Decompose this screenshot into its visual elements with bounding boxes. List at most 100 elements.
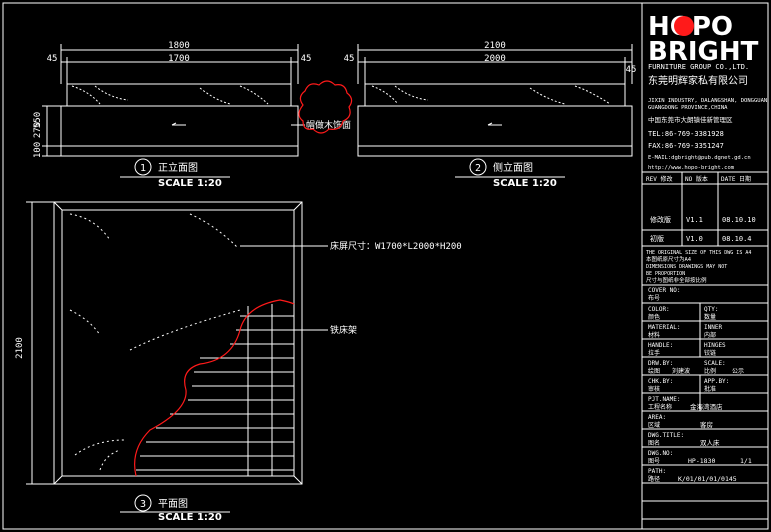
side-dim-total: 2100 xyxy=(484,41,506,51)
rev-row-1-no: V1.1 xyxy=(686,216,703,224)
company-name-en: FURNITURE GROUP CO.,LTD. xyxy=(648,63,749,71)
field-drwby-value: 刘建波 xyxy=(672,367,690,375)
rev-row-1-rev: 修改版 xyxy=(650,215,671,224)
field-cover-label: COVER NO: xyxy=(648,287,681,294)
field-chkby-label-cn: 审核 xyxy=(648,385,660,393)
rev-row-2-date: 08.10.4 xyxy=(722,235,752,243)
company-address-en-2: GUANGDONG PROVINCE,CHINA xyxy=(648,105,728,111)
field-hinges-label: HINGES xyxy=(704,342,726,349)
field-project-label-cn: 工程名称 xyxy=(648,403,672,411)
field-qty-label-cn: 数量 xyxy=(704,313,716,321)
side-view-scale: SCALE 1:20 xyxy=(493,178,557,189)
rev-header-rev: REV 修改 xyxy=(646,175,672,183)
field-handle-label-cn: 拉手 xyxy=(648,349,660,357)
side-carving xyxy=(371,85,611,105)
front-dim-h-base: 100 xyxy=(33,142,43,158)
front-view-scale: SCALE 1:20 xyxy=(158,178,222,189)
plan-view-title: 平面图 xyxy=(158,498,188,510)
field-hinges-label-cn: 铰链 xyxy=(704,349,716,357)
field-handle-label: HANDLE: xyxy=(648,342,673,349)
field-appby-label-cn: 批准 xyxy=(704,385,716,393)
field-area-label-cn: 区域 xyxy=(648,421,660,429)
field-inner-label-cn: 内部 xyxy=(704,331,716,339)
plan-carving xyxy=(69,213,241,471)
rev-header-no: NO 版本 xyxy=(685,175,708,183)
plan-view-number: 3 xyxy=(140,499,146,510)
field-dwgno-sheet: 1/1 xyxy=(740,457,752,465)
company-logo: HOPO BRIGHT xyxy=(648,12,759,67)
side-view-label: 2 侧立面图 SCALE 1:20 xyxy=(455,158,565,189)
front-elevation: 1800 1700 45 45 550 270 100 帽做木饰面 xyxy=(33,41,351,158)
field-area-value: 客房 xyxy=(700,420,713,429)
note-3: DIMENSIONS DRAWINGS MAY NOT xyxy=(646,264,727,270)
field-title-value: 双人床 xyxy=(700,438,720,447)
field-drwby-label-cn: 绘图 xyxy=(648,367,660,375)
side-headboard xyxy=(364,83,626,107)
rev-row-1-date: 08.10.10 xyxy=(722,216,756,224)
plan-view-label: 3 平面图 SCALE 1:20 xyxy=(120,494,230,523)
field-inner-label: INNER xyxy=(704,324,722,331)
front-view-label: 1 正立面图 SCALE 1:20 xyxy=(120,158,230,189)
field-cover-label-cn: 布号 xyxy=(648,294,660,302)
plan-inner-frame xyxy=(61,209,295,477)
side-dim-inner: 2000 xyxy=(484,54,506,64)
field-color-label-cn: 颜色 xyxy=(648,313,660,321)
front-dim-h-mid: 270 xyxy=(33,122,43,138)
front-carving xyxy=(71,85,269,105)
note-5: 尺寸与图纸非全部按比例 xyxy=(646,276,707,284)
plan-label-size: 床屏尺寸：W1700*L2000*H200 xyxy=(330,240,462,252)
company-web: http://www.hopo-bright.com xyxy=(648,165,735,171)
side-dim-right: 45 xyxy=(626,65,637,75)
field-project-value: 金海湾酒店 xyxy=(690,402,723,411)
logo-red-dot xyxy=(674,16,694,36)
plan-view-scale: SCALE 1:20 xyxy=(158,512,222,523)
field-qty-label: QTY: xyxy=(704,306,718,313)
field-scale-value: 公示 xyxy=(732,368,744,375)
plan-label-frame: 铁床架 xyxy=(330,324,357,336)
side-base xyxy=(357,145,633,157)
field-chkby-label: CHK.BY: xyxy=(648,378,673,385)
drawing-canvas: 1800 1700 45 45 550 270 100 帽做木饰面 1 正立面图… xyxy=(2,2,769,530)
field-title-label-cn: 图名 xyxy=(648,439,660,447)
company-address-en-1: JIXIN INDUSTRY, DALANGSHAN, DONGGUAN xyxy=(648,98,767,104)
company-tel: TEL:86-769-3381928 xyxy=(648,130,724,138)
front-dim-inner: 1700 xyxy=(168,54,190,64)
front-headboard xyxy=(66,83,292,107)
side-frame xyxy=(357,105,633,147)
front-dim-left: 45 xyxy=(47,54,58,64)
field-path-value: K/01/01/01/0145 xyxy=(678,475,737,483)
note-4: BE PROPORTION xyxy=(646,271,685,277)
field-material-label-cn: 材料 xyxy=(648,331,660,339)
field-scale-label: SCALE: xyxy=(704,360,726,367)
front-view-title: 正立面图 xyxy=(158,161,198,174)
front-frame xyxy=(60,105,299,147)
field-dwgno-label-cn: 图号 xyxy=(648,458,660,465)
front-dim-total: 1800 xyxy=(168,41,190,51)
plan-view: 2100 床屏尺寸：W1700*L2000*H200 铁床架 xyxy=(15,201,462,485)
field-area-label: AREA: xyxy=(648,414,666,421)
field-material-label: MATERIAL: xyxy=(648,324,681,331)
side-view-title: 侧立面图 xyxy=(493,161,533,174)
field-path-label-cn: 路径 xyxy=(648,475,660,483)
rev-header-date: DATE 日期 xyxy=(721,175,751,183)
rev-row-2-rev: 初版 xyxy=(650,234,664,243)
note-1: THE ORIGINAL SIZE OF THIS DWG IS A4 xyxy=(646,250,751,256)
field-path-label: PATH: xyxy=(648,468,666,475)
company-address-cn: 中国东莞市大朗镇佳新管理区 xyxy=(648,115,733,124)
rev-row-2-no: V1.0 xyxy=(686,235,703,243)
field-project-label: PJT.NAME: xyxy=(648,396,681,403)
plan-dim-height: 2100 xyxy=(15,337,25,359)
field-color-label: COLOR: xyxy=(648,306,670,313)
company-fax: FAX:86-769-3351247 xyxy=(648,142,724,150)
side-elevation: 2100 2000 45 45 xyxy=(344,41,637,157)
note-2: 本图纸原尺寸为A4 xyxy=(646,255,692,263)
plan-break-line xyxy=(134,299,295,477)
company-email: E-MAIL:dgbright@pub.dgnet.gd.cn xyxy=(648,155,751,161)
field-dwgno-label: DWG.NO: xyxy=(648,450,673,457)
front-dim-right: 45 xyxy=(301,54,312,64)
field-scale-label-cn: 比例 xyxy=(704,367,716,375)
field-dwgno-value: HP-1830 xyxy=(688,457,715,465)
front-view-number: 1 xyxy=(140,163,146,174)
field-appby-label: APP.BY: xyxy=(704,378,729,385)
field-title-label: DWG.TITLE: xyxy=(648,432,684,439)
